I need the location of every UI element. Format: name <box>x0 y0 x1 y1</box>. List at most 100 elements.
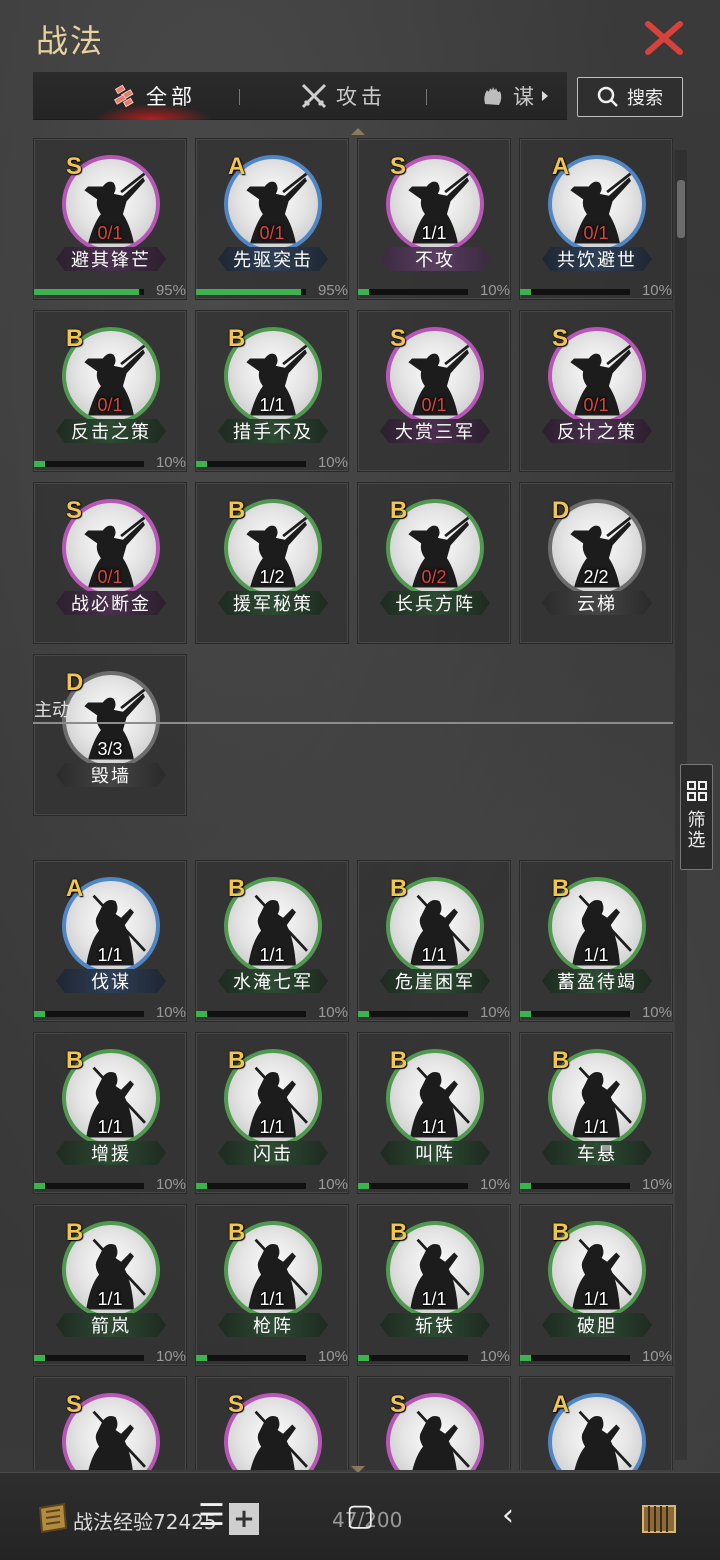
skill-count: 1/1 <box>583 1289 609 1309</box>
skill-name: 箭岚 <box>56 1313 166 1337</box>
skill-progress-fill <box>196 461 207 467</box>
hand-icon <box>484 87 502 105</box>
skill-card[interactable]: B 1/1 措手不及 10% <box>195 310 349 472</box>
skill-grade: B <box>228 325 246 352</box>
skill-card[interactable]: A <box>519 1376 673 1470</box>
search-button[interactable]: 搜索 <box>577 77 683 117</box>
skill-name: 增援 <box>56 1141 166 1165</box>
add-exp-button[interactable]: + <box>229 1503 259 1535</box>
skill-card[interactable]: B 1/2 援军秘策 <box>195 482 349 644</box>
tab-strategy[interactable]: 谋 <box>479 72 567 120</box>
skill-card[interactable]: B 1/1 枪阵 10% <box>195 1204 349 1366</box>
skill-count: 3/3 <box>97 739 123 759</box>
skill-progress-percent: 10% <box>317 1348 348 1365</box>
search-icon <box>597 86 618 107</box>
home-square-icon[interactable]: ▢ <box>346 1498 374 1533</box>
skill-progress-percent: 10% <box>641 1348 672 1365</box>
skill-name: 避其锋芒 <box>56 247 166 271</box>
tab-attack-label: 攻击 <box>336 85 386 109</box>
skill-card[interactable]: S 0/1 反计之策 <box>519 310 673 472</box>
skill-grade: D <box>552 497 570 524</box>
back-icon[interactable]: ‹ <box>502 1498 514 1533</box>
skill-card[interactable]: S 0/1 避其锋芒 95% <box>33 138 187 300</box>
skill-grade: B <box>228 1219 246 1246</box>
tab-all[interactable]: 全部 <box>73 72 233 120</box>
skill-progress-percent: 10% <box>317 1004 348 1021</box>
skill-card[interactable]: B 1/1 破胆 10% <box>519 1204 673 1366</box>
skill-grade: D <box>66 669 84 696</box>
filter-label-1: 筛 <box>687 810 706 831</box>
skill-name: 蓄盈待竭 <box>542 969 652 993</box>
skill-progress-bar <box>34 1183 144 1189</box>
skill-progress-percent: 10% <box>155 1004 186 1021</box>
skill-card[interactable]: A 0/1 共饮避世 10% <box>519 138 673 300</box>
filter-button[interactable]: 筛 选 <box>680 764 713 870</box>
skill-card[interactable]: D 2/2 云梯 <box>519 482 673 644</box>
skill-progress-fill <box>34 289 139 295</box>
skill-name: 闪击 <box>218 1141 328 1165</box>
skill-card[interactable]: B 1/1 增援 10% <box>33 1032 187 1194</box>
skill-card[interactable]: B 1/1 蓄盈待竭 10% <box>519 860 673 1022</box>
skill-card[interactable]: B 1/1 车悬 10% <box>519 1032 673 1194</box>
skill-progress-bar <box>358 1183 468 1189</box>
skill-progress-percent: 10% <box>641 282 672 299</box>
section-divider <box>33 722 673 724</box>
skill-card[interactable]: S 1/1 不攻 10% <box>357 138 511 300</box>
skill-card[interactable]: S 0/1 战必断金 <box>33 482 187 644</box>
skill-card[interactable]: A 1/1 伐谋 10% <box>33 860 187 1022</box>
skill-grade: S <box>66 1391 83 1418</box>
tab-attack[interactable]: 攻击 <box>283 72 403 120</box>
skill-card[interactable]: B 0/2 长兵方阵 <box>357 482 511 644</box>
skill-progress-fill <box>358 1355 369 1361</box>
plus-icon: + <box>233 1504 255 1534</box>
skill-card[interactable]: B 1/1 闪击 10% <box>195 1032 349 1194</box>
menu-icon[interactable]: ☰ <box>198 1498 225 1533</box>
skill-name: 危崖困军 <box>380 969 490 993</box>
skill-card[interactable]: B 1/1 水淹七军 10% <box>195 860 349 1022</box>
skill-count: 1/1 <box>97 945 123 965</box>
skill-count: 1/1 <box>583 945 609 965</box>
skill-card[interactable]: B 1/1 箭岚 10% <box>33 1204 187 1366</box>
skill-grade: B <box>66 1047 84 1074</box>
skill-grid: S 0/1 避其锋芒 95% A 0/1 先驱突击 95% S 1/1 不攻 10% A 0/1 共饮避世 1… <box>0 130 688 1470</box>
skill-name: 共饮避世 <box>542 247 652 271</box>
skill-card[interactable]: S 0/1 大赏三军 <box>357 310 511 472</box>
skill-name: 破胆 <box>542 1313 652 1337</box>
skill-grade: A <box>228 153 246 180</box>
skill-card[interactable]: B 1/1 危崖困军 10% <box>357 860 511 1022</box>
skill-count: 1/1 <box>259 1289 285 1309</box>
skill-progress-percent: 95% <box>155 282 186 299</box>
skill-count: 0/1 <box>421 395 447 415</box>
skill-progress-percent: 10% <box>317 454 348 471</box>
skill-count: 1/1 <box>421 223 447 243</box>
skill-count: 0/1 <box>97 395 123 415</box>
skill-name: 水淹七军 <box>218 969 328 993</box>
skill-count: 0/1 <box>583 395 609 415</box>
skill-progress-fill <box>196 1011 207 1017</box>
skill-progress-fill <box>520 1011 531 1017</box>
skill-card[interactable]: S <box>33 1376 187 1470</box>
close-button[interactable] <box>644 20 684 56</box>
skill-card[interactable]: S <box>195 1376 349 1470</box>
skill-card[interactable]: D 3/3 毁墙 <box>33 654 187 816</box>
skill-count: 1/1 <box>259 945 285 965</box>
skill-count: 1/1 <box>421 945 447 965</box>
skill-card[interactable]: S <box>357 1376 511 1470</box>
skill-progress-percent: 10% <box>317 1176 348 1193</box>
skill-progress-percent: 10% <box>479 1348 510 1365</box>
scrollbar-thumb[interactable] <box>677 180 685 238</box>
skill-progress-percent: 10% <box>479 282 510 299</box>
skill-card[interactable]: A 0/1 先驱突击 95% <box>195 138 349 300</box>
skill-card[interactable]: B 1/1 叫阵 10% <box>357 1032 511 1194</box>
skill-name: 长兵方阵 <box>380 591 490 615</box>
skill-grade: B <box>390 875 408 902</box>
skill-progress-bar <box>520 289 630 295</box>
skill-progress-percent: 10% <box>479 1004 510 1021</box>
skill-grade: S <box>552 325 569 352</box>
tab-divider <box>426 89 427 105</box>
skill-grade: S <box>228 1391 245 1418</box>
tab-bar: 全部 攻击 谋 <box>33 72 567 120</box>
skill-card[interactable]: B 1/1 斩铁 10% <box>357 1204 511 1366</box>
skill-card[interactable]: B 0/1 反击之策 10% <box>33 310 187 472</box>
fence-icon[interactable] <box>640 1500 678 1546</box>
